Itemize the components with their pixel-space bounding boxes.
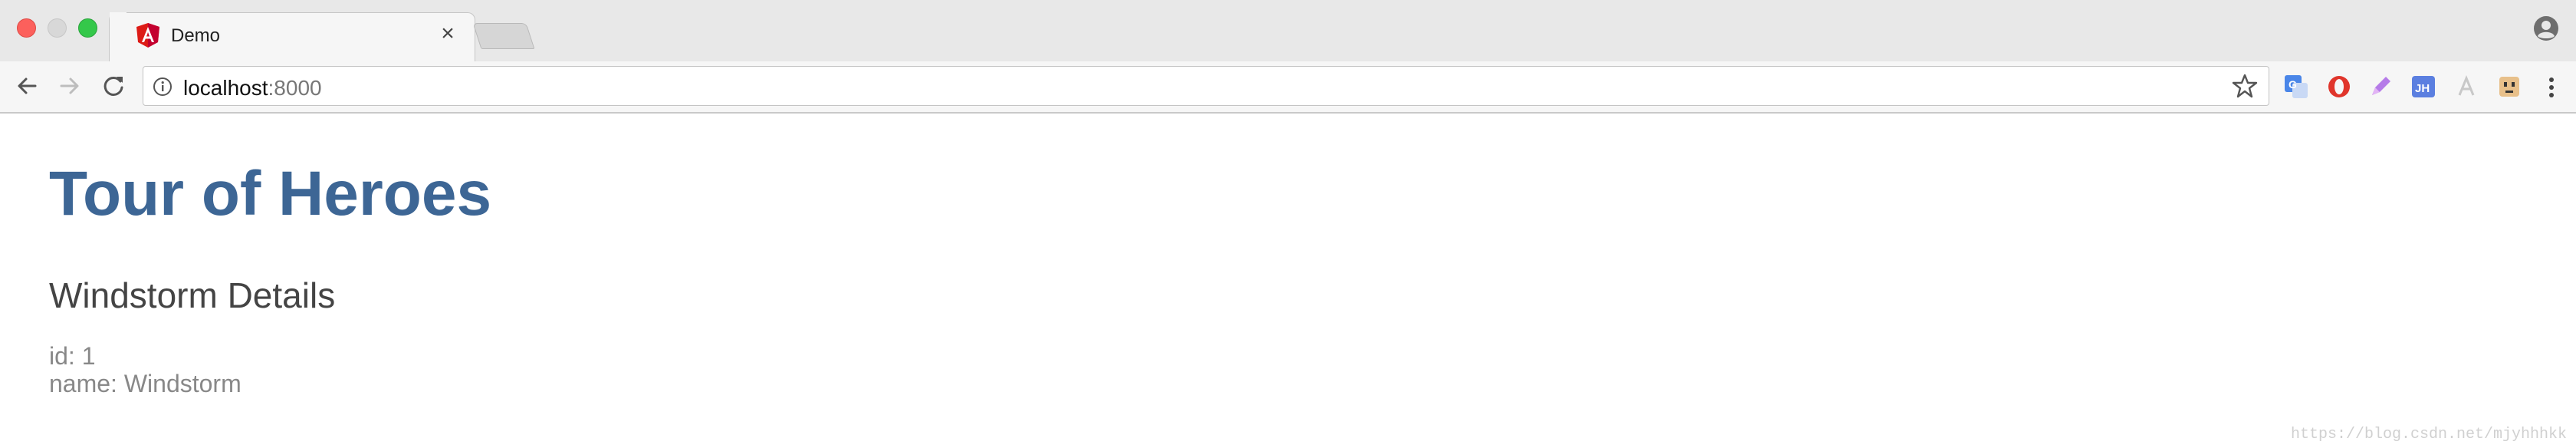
url-text[interactable]: localhost:8000 (183, 76, 322, 100)
pen-extension-icon[interactable] (2367, 74, 2394, 100)
watermark: https://blog.csdn.net/mjyhhhkk (2290, 426, 2567, 443)
angular-icon (136, 23, 159, 48)
tab-title: Demo (171, 25, 221, 46)
info-icon[interactable] (153, 77, 172, 97)
url-host: localhost (183, 76, 268, 100)
browser-toolbar: localhost:8000 G JH (0, 61, 2576, 114)
tab-strip: Demo × (0, 0, 2576, 61)
tab-close-icon[interactable]: × (436, 21, 459, 46)
svg-text:G: G (2288, 78, 2297, 91)
page-content: Tour of Heroes Windstorm Details id: 1 n… (0, 115, 2576, 448)
close-window-button[interactable] (17, 18, 36, 38)
address-bar[interactable]: localhost:8000 (143, 66, 2269, 106)
minimize-window-button[interactable] (48, 18, 67, 38)
bookmark-star-icon[interactable] (2232, 73, 2258, 99)
url-port: :8000 (268, 76, 322, 100)
hero-name-row: name: Windstorm (49, 370, 242, 397)
more-menu-icon[interactable] (2542, 72, 2561, 103)
hero-detail-heading: Windstorm Details (49, 275, 336, 315)
reload-icon[interactable] (98, 71, 129, 101)
zoom-window-button[interactable] (78, 18, 97, 38)
forward-arrow-icon[interactable] (54, 71, 84, 101)
profile-icon[interactable] (2533, 15, 2559, 41)
page-title: Tour of Heroes (49, 159, 492, 229)
opera-icon[interactable] (2326, 74, 2352, 100)
font-extension-icon[interactable] (2453, 74, 2479, 100)
svg-text:JH: JH (2415, 82, 2430, 95)
new-tab-button[interactable] (472, 23, 535, 49)
tab-demo[interactable]: Demo × (109, 12, 475, 61)
translate-icon[interactable]: G (2283, 74, 2309, 100)
back-arrow-icon[interactable] (12, 71, 43, 101)
puzzle-face-icon[interactable] (2496, 74, 2522, 100)
hero-id-row: id: 1 (49, 342, 96, 370)
jh-extension-icon[interactable]: JH (2410, 74, 2436, 100)
